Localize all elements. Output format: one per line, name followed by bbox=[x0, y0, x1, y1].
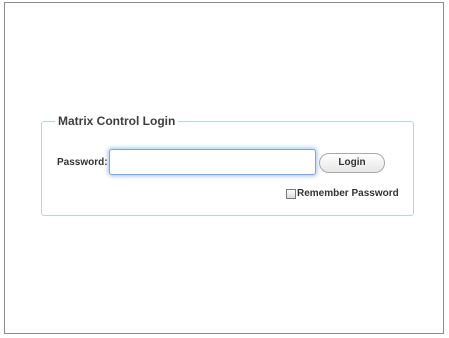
login-button[interactable]: Login bbox=[319, 153, 385, 173]
remember-password-checkbox[interactable] bbox=[286, 189, 296, 199]
password-input[interactable] bbox=[109, 149, 316, 175]
password-label: Password: bbox=[57, 157, 108, 168]
login-title: Matrix Control Login bbox=[55, 114, 179, 128]
remember-password-label[interactable]: Remember Password bbox=[297, 188, 399, 200]
remember-password-row[interactable]: Remember Password bbox=[286, 188, 399, 200]
